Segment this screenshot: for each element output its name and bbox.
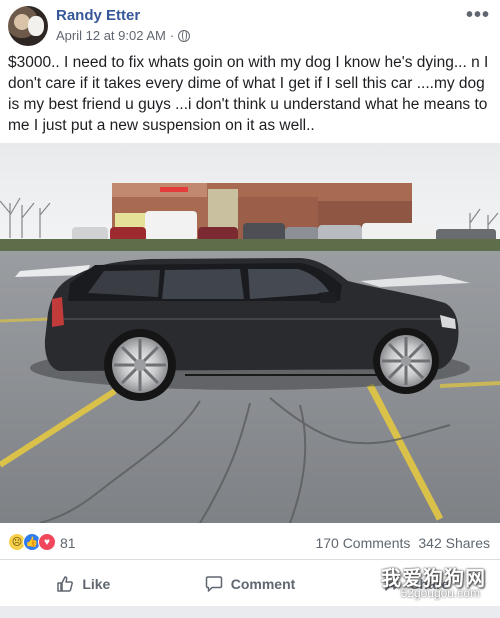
like-button[interactable]: Like xyxy=(0,562,167,606)
share-arrow-icon xyxy=(385,577,401,591)
reactions-bar: ☹ 👍 ♥ 81 170 Comments 342 Shares xyxy=(0,526,500,560)
globe-icon[interactable] xyxy=(178,29,191,42)
author-name[interactable]: Randy Etter xyxy=(56,7,140,24)
post-timestamp[interactable]: April 12 at 9:02 AM xyxy=(56,28,166,43)
share-count[interactable]: 342 Shares xyxy=(418,535,490,551)
more-options-button[interactable]: ••• xyxy=(466,4,490,27)
engagement-counts: 170 Comments 342 Shares xyxy=(315,535,490,551)
post-header: Randy Etter April 12 at 9:02 AM · ••• xyxy=(0,0,500,50)
like-label: Like xyxy=(82,576,111,592)
post-actions: Like Comment Share xyxy=(0,562,500,606)
share-label: Share xyxy=(410,576,450,592)
comment-button[interactable]: Comment xyxy=(167,562,334,606)
comment-icon xyxy=(205,576,222,592)
post-photo[interactable] xyxy=(0,143,500,523)
post-bottom-border xyxy=(0,606,500,618)
car-photo xyxy=(0,143,500,523)
avatar[interactable] xyxy=(8,6,48,46)
comment-label: Comment xyxy=(230,576,296,592)
post-text: $3000.. I need to fix whats goin on with… xyxy=(8,54,489,134)
comment-count[interactable]: 170 Comments xyxy=(315,535,410,551)
meta-separator: · xyxy=(169,28,175,43)
love-reaction-icon: ♥ xyxy=(38,533,56,551)
avatar-dog xyxy=(28,16,44,36)
reaction-count[interactable]: 81 xyxy=(60,535,76,551)
reaction-icons[interactable]: ☹ 👍 ♥ xyxy=(8,533,56,551)
post-meta: April 12 at 9:02 AM · xyxy=(56,28,191,43)
share-button[interactable]: Share xyxy=(333,562,500,606)
thumbs-up-icon xyxy=(57,576,74,592)
